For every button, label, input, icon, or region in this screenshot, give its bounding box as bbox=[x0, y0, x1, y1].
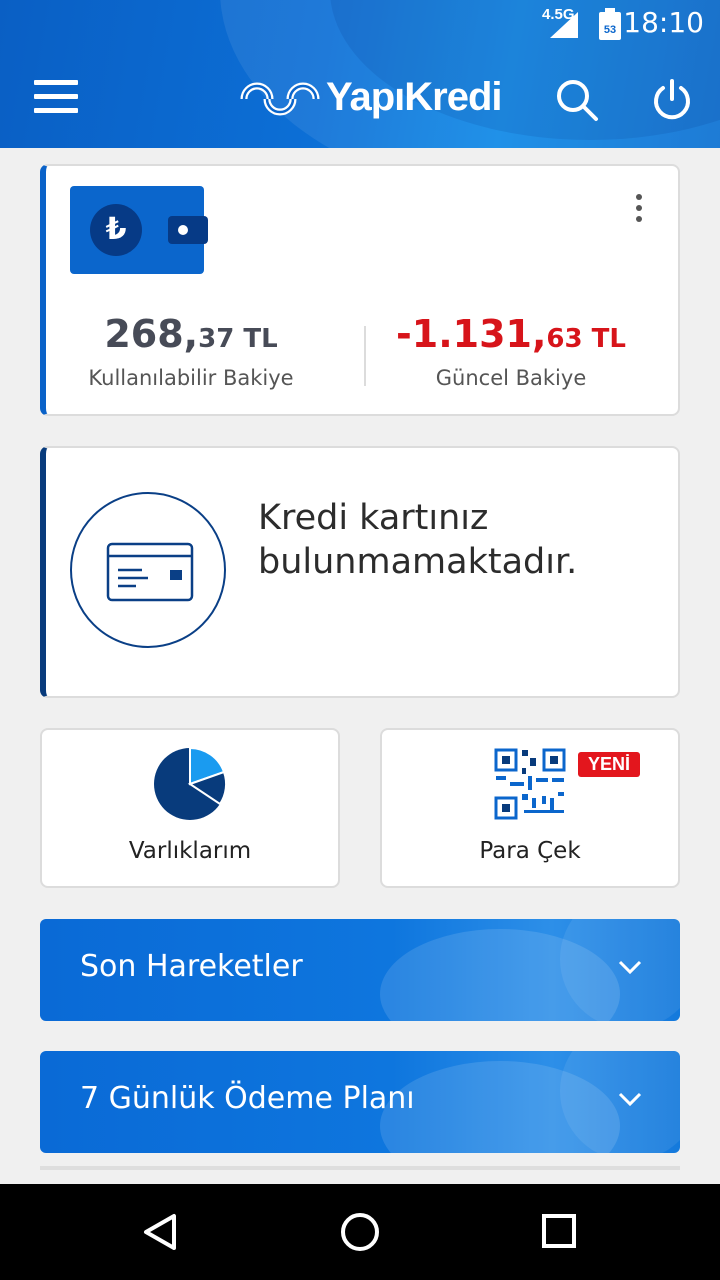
battery-icon: 53 bbox=[599, 8, 621, 40]
recent-transactions-label: Son Hareketler bbox=[80, 949, 303, 984]
available-balance-amount: 268,37 TL bbox=[104, 312, 278, 356]
chevron-down-icon bbox=[618, 960, 642, 975]
content-bottom-divider bbox=[40, 1166, 680, 1170]
back-icon[interactable] bbox=[140, 1212, 180, 1252]
payment-plan-accordion[interactable]: 7 Günlük Ödeme Planı bbox=[40, 1051, 680, 1153]
available-balance-label: Kullanılabilir Bakiye bbox=[88, 366, 294, 390]
menu-icon[interactable] bbox=[34, 80, 78, 116]
pie-chart-icon bbox=[154, 746, 228, 820]
withdraw-tile-label: Para Çek bbox=[479, 838, 581, 864]
recent-apps-icon[interactable] bbox=[540, 1212, 580, 1252]
power-icon[interactable] bbox=[650, 78, 694, 122]
credit-card-icon bbox=[70, 492, 226, 648]
current-balance-amount: -1.131,63 TL bbox=[396, 312, 626, 356]
wallet-icon: ₺ bbox=[70, 186, 208, 274]
assets-tile[interactable]: Varlıklarım bbox=[40, 728, 340, 888]
recent-transactions-accordion[interactable]: Son Hareketler bbox=[40, 919, 680, 1021]
available-balance: 268,37 TL Kullanılabilir Bakiye bbox=[46, 312, 336, 390]
assets-tile-label: Varlıklarım bbox=[128, 838, 252, 864]
no-credit-card-message: Kredi kartınız bulunmamaktadır. bbox=[258, 498, 578, 582]
status-bar: 4.5G 53 18:10 bbox=[0, 0, 720, 48]
more-options-icon[interactable] bbox=[636, 194, 644, 226]
status-time: 18:10 bbox=[623, 6, 704, 39]
system-nav-bar bbox=[0, 1184, 720, 1280]
signal-icon bbox=[550, 12, 578, 38]
logo-mark-icon bbox=[240, 82, 320, 116]
chevron-down-icon bbox=[618, 1092, 642, 1107]
lira-icon: ₺ bbox=[90, 204, 142, 256]
search-icon[interactable] bbox=[555, 78, 599, 122]
logo-text: YapıKredi bbox=[326, 74, 503, 119]
current-balance-label: Güncel Bakiye bbox=[435, 366, 587, 390]
battery-level: 53 bbox=[604, 24, 616, 36]
qr-code-icon bbox=[494, 748, 566, 820]
credit-card-panel[interactable]: Kredi kartınız bulunmamaktadır. bbox=[40, 446, 680, 698]
account-card[interactable]: ₺ 268,37 TL Kullanılabilir Bakiye -1.131… bbox=[40, 164, 680, 416]
withdraw-tile[interactable]: YENİ Para Çek bbox=[380, 728, 680, 888]
current-balance: -1.131,63 TL Güncel Bakiye bbox=[366, 312, 656, 390]
payment-plan-label: 7 Günlük Ödeme Planı bbox=[80, 1081, 415, 1116]
home-icon[interactable] bbox=[338, 1212, 382, 1256]
new-badge: YENİ bbox=[577, 752, 640, 777]
wallet-clasp bbox=[168, 216, 208, 244]
card-glyph-icon bbox=[106, 542, 194, 602]
app-header: 4.5G 53 18:10 YapıKredi bbox=[0, 0, 720, 148]
brand-logo: YapıKredi bbox=[238, 70, 503, 124]
